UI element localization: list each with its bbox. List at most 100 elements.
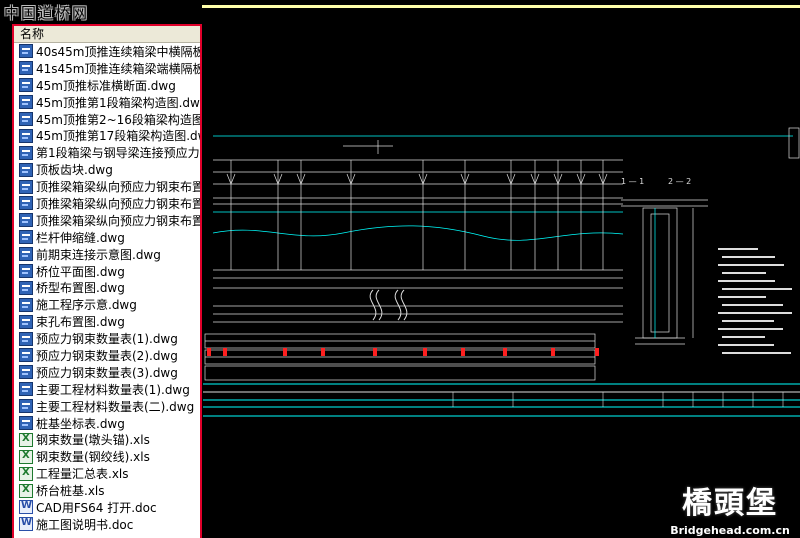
file-item[interactable]: 45m顶推第17段箱梁构造图.dwg xyxy=(14,127,200,144)
cad-break-symbol xyxy=(369,289,408,321)
file-item[interactable]: 预应力钢束数量表(2).dwg xyxy=(14,347,200,364)
brand-site-url: Bridgehead.com.cn xyxy=(670,524,790,537)
xls-file-icon xyxy=(19,466,33,481)
cad-notes xyxy=(718,248,792,354)
dwg-file-icon xyxy=(19,112,33,126)
dwg-file-icon xyxy=(19,314,33,329)
file-item[interactable]: 41s45m顶推连续箱梁端横隔板预 xyxy=(14,60,200,77)
dwg-file-icon xyxy=(19,78,33,93)
file-item[interactable]: 桥位平面图.dwg xyxy=(14,263,200,280)
dwg-file-icon xyxy=(19,61,33,76)
file-item[interactable]: 工程量汇总表.xls xyxy=(14,465,200,482)
file-item[interactable]: 40s45m顶推连续箱梁中横隔板预 xyxy=(14,43,200,60)
file-name: 40s45m顶推连续箱梁中横隔板预 xyxy=(36,44,200,59)
file-name: 束孔布置图.dwg xyxy=(36,315,125,330)
file-item[interactable]: 栏杆伸缩缝.dwg xyxy=(14,229,200,246)
dwg-file-icon xyxy=(19,399,33,414)
brand-logo: 橋頭堡 xyxy=(682,486,778,521)
file-name: 桥台桩基.xls xyxy=(36,484,105,499)
section-label-1-1: 1 — 1 xyxy=(621,177,644,186)
dwg-file-icon xyxy=(19,230,33,245)
file-item[interactable]: 主要工程材料数量表(二).dwg xyxy=(14,398,200,415)
file-list-panel[interactable]: 名称 40s45m顶推连续箱梁中横隔板预 41s45m顶推连续箱梁端横隔板预 45m… xyxy=(12,24,202,538)
file-item[interactable]: 顶推梁箱梁纵向预应力钢束布置 xyxy=(14,195,200,212)
file-name: 施工程序示意.dwg xyxy=(36,298,137,313)
file-name: 前期束连接示意图.dwg xyxy=(36,247,161,262)
dwg-file-icon xyxy=(19,331,33,346)
file-name: 预应力钢束数量表(1).dwg xyxy=(36,332,178,347)
cad-note-line xyxy=(722,320,774,322)
cad-note-line xyxy=(718,328,783,330)
file-item[interactable]: 钢束数量(墩头锚).xls xyxy=(14,431,200,448)
cad-red-marker xyxy=(223,348,227,356)
file-name: 顶推梁箱梁纵向预应力钢束布置 xyxy=(36,180,200,195)
file-item[interactable]: 45m顶推第2~16段箱梁构造图.dw xyxy=(14,111,200,128)
file-name: 栏杆伸缩缝.dwg xyxy=(36,230,125,245)
file-name: 预应力钢束数量表(2).dwg xyxy=(36,348,178,363)
file-name: 桥型布置图.dwg xyxy=(36,281,125,296)
cad-note-line xyxy=(718,312,792,314)
file-item[interactable]: 顶推梁箱梁纵向预应力钢束布置 xyxy=(14,178,200,195)
file-item[interactable]: 钢束数量(钢绞线).xls xyxy=(14,448,200,465)
site-watermark: 中国道桥网 xyxy=(4,4,90,22)
cad-red-marker xyxy=(373,348,377,356)
file-name: 工程量汇总表.xls xyxy=(36,467,129,482)
file-item[interactable]: 顶推梁箱梁纵向预应力钢束布置 xyxy=(14,212,200,229)
dwg-file-icon xyxy=(19,213,33,228)
section-label-2-2: 2 — 2 xyxy=(668,177,691,186)
doc-file-icon xyxy=(19,517,33,532)
file-item[interactable]: 第1段箱梁与钢导梁连接预应力钢 xyxy=(14,144,200,161)
file-item[interactable]: 预应力钢束数量表(3).dwg xyxy=(14,364,200,381)
file-name: 主要工程材料数量表(1).dwg xyxy=(36,382,190,397)
cad-red-marker xyxy=(551,348,555,356)
cad-right-box xyxy=(788,127,800,159)
file-item[interactable]: 施工图说明书.doc xyxy=(14,516,200,533)
file-name: 45m顶推标准横断面.dwg xyxy=(36,78,176,93)
file-item[interactable]: 前期束连接示意图.dwg xyxy=(14,246,200,263)
file-item[interactable]: CAD用FS64 打开.doc xyxy=(14,499,200,516)
cad-note-line xyxy=(722,304,783,306)
cad-red-marker xyxy=(461,348,465,356)
file-name: 第1段箱梁与钢导梁连接预应力钢 xyxy=(36,146,200,161)
dwg-file-icon xyxy=(19,196,33,211)
dwg-file-icon xyxy=(19,382,33,397)
file-item[interactable]: 施工程序示意.dwg xyxy=(14,296,200,313)
cad-bottom-band xyxy=(203,383,800,417)
cad-red-marker xyxy=(595,348,599,356)
file-name: 钢束数量(钢绞线).xls xyxy=(36,450,150,465)
cad-note-line xyxy=(722,256,775,258)
cad-note-line xyxy=(722,336,765,338)
dwg-file-icon xyxy=(19,44,33,59)
file-item[interactable]: 45m顶推标准横断面.dwg xyxy=(14,77,200,94)
file-item[interactable]: 桥台桩基.xls xyxy=(14,482,200,499)
cad-note-line xyxy=(722,272,766,274)
doc-file-icon xyxy=(19,500,33,515)
cad-piers xyxy=(226,160,608,270)
cad-note-line xyxy=(718,248,758,250)
file-item[interactable]: 束孔布置图.dwg xyxy=(14,313,200,330)
file-name: 顶板齿块.dwg xyxy=(36,163,113,178)
dwg-file-icon xyxy=(19,280,33,295)
name-column-header[interactable]: 名称 xyxy=(14,26,200,43)
file-list: 40s45m顶推连续箱梁中横隔板预 41s45m顶推连续箱梁端横隔板预 45m顶推标… xyxy=(14,43,200,533)
file-item[interactable]: 桩基坐标表.dwg xyxy=(14,415,200,432)
file-name: 施工图说明书.doc xyxy=(36,517,134,532)
xls-file-icon xyxy=(19,449,33,464)
file-name: 预应力钢束数量表(3).dwg xyxy=(36,365,178,380)
file-name: CAD用FS64 打开.doc xyxy=(36,501,157,515)
cad-section-view: 1 — 1 2 — 2 xyxy=(621,177,708,345)
file-name: 顶推梁箱梁纵向预应力钢束布置 xyxy=(36,196,200,211)
file-item[interactable]: 桥型布置图.dwg xyxy=(14,279,200,296)
cad-red-marker xyxy=(283,348,287,356)
file-item[interactable]: 预应力钢束数量表(1).dwg xyxy=(14,330,200,347)
file-item[interactable]: 45m顶推第1段箱梁构造图.dwg xyxy=(14,94,200,111)
cad-drawing-view[interactable]: 1 — 1 2 — 2 xyxy=(203,8,800,538)
file-name: 顶推梁箱梁纵向预应力钢束布置 xyxy=(36,213,200,228)
file-name: 主要工程材料数量表(二).dwg xyxy=(36,399,195,414)
dwg-file-icon xyxy=(19,179,33,194)
file-name: 钢束数量(墩头锚).xls xyxy=(36,433,150,448)
file-item[interactable]: 顶板齿块.dwg xyxy=(14,161,200,178)
file-item[interactable]: 主要工程材料数量表(1).dwg xyxy=(14,381,200,398)
dwg-file-icon xyxy=(19,348,33,363)
cad-note-line xyxy=(722,288,792,290)
